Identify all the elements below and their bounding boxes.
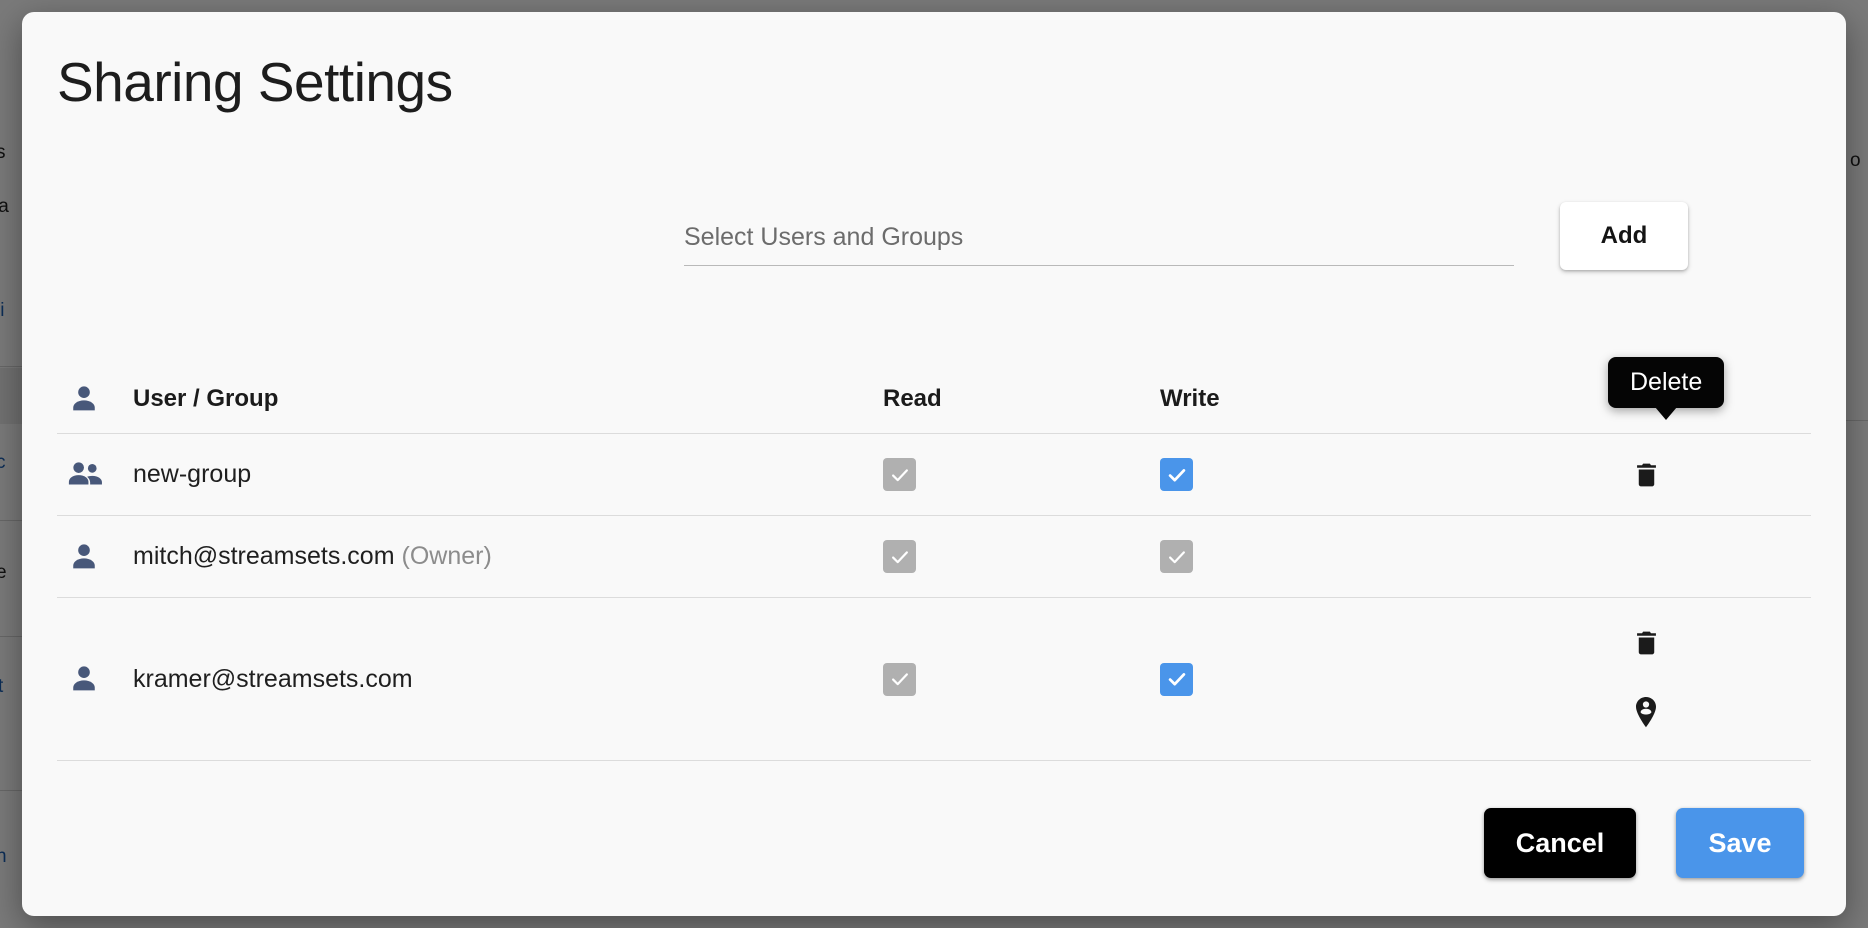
save-button[interactable]: Save [1676, 808, 1804, 878]
person-icon [57, 540, 133, 574]
table-row: kramer@streamsets.com [57, 598, 1811, 761]
column-header-user-group: User / Group [133, 384, 279, 412]
read-checkbox-cell [841, 458, 1131, 491]
column-header-write: Write [1160, 384, 1220, 412]
row-user-email: mitch@streamsets.com [133, 542, 395, 570]
page-title: Sharing Settings [57, 51, 453, 113]
write-checkbox-cell [1131, 540, 1481, 573]
select-users-groups-field[interactable] [684, 214, 1514, 266]
table-header-row: User / Group Read Write [57, 364, 1811, 434]
sharing-settings-dialog: Sharing Settings Add Delete User / Group… [22, 12, 1846, 916]
read-checkbox [883, 458, 916, 491]
owner-badge: (Owner) [401, 542, 492, 570]
row-user-name: kramer@streamsets.com [133, 664, 413, 693]
row-user-name: mitch@streamsets.com (Owner) [133, 542, 841, 571]
column-header-read: Read [883, 384, 942, 412]
add-user-group-row: Add [662, 202, 1692, 272]
table-row: mitch@streamsets.com (Owner) [57, 516, 1811, 598]
add-button[interactable]: Add [1560, 202, 1688, 270]
write-checkbox-cell [1131, 662, 1481, 696]
write-checkbox-cell [1131, 458, 1481, 491]
dialog-footer: Cancel Save [1484, 808, 1804, 878]
delete-tooltip: Delete [1608, 357, 1725, 420]
row-actions [1481, 459, 1811, 491]
sharing-table: User / Group Read Write new-group mitch@… [57, 364, 1811, 761]
delete-icon[interactable] [1632, 627, 1661, 659]
row-actions [1481, 627, 1811, 731]
write-checkbox [1160, 540, 1193, 573]
cancel-button[interactable]: Cancel [1484, 808, 1636, 878]
person-icon [57, 382, 133, 416]
read-checkbox [883, 540, 916, 573]
read-checkbox-cell [841, 540, 1131, 573]
person-pin-icon[interactable] [1631, 695, 1661, 731]
group-icon [57, 458, 133, 492]
read-checkbox-cell [841, 662, 1131, 696]
write-checkbox[interactable] [1160, 458, 1193, 491]
table-row: new-group [57, 434, 1811, 516]
search-input[interactable] [684, 214, 1514, 260]
delete-icon[interactable] [1632, 459, 1661, 491]
person-icon [57, 662, 133, 696]
write-checkbox[interactable] [1160, 662, 1193, 696]
read-checkbox [883, 662, 916, 696]
row-user-name: new-group [133, 460, 252, 488]
